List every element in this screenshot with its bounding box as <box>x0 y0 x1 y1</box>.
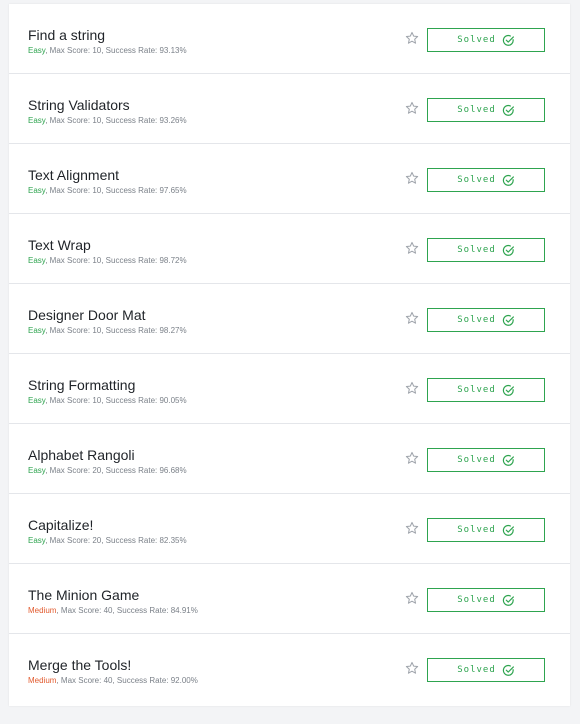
solved-label: Solved <box>457 455 496 465</box>
solved-button[interactable]: Solved <box>427 238 545 262</box>
challenge-meta: Easy, Max Score: 10, Success Rate: 93.26… <box>28 116 187 125</box>
challenge-meta: Easy, Max Score: 10, Success Rate: 97.65… <box>28 186 187 195</box>
score-rate-text: , Max Score: 20, Success Rate: 82.35% <box>45 536 187 545</box>
score-rate-text: , Max Score: 10, Success Rate: 93.26% <box>45 116 187 125</box>
challenge-title[interactable]: Merge the Tools! <box>28 657 131 673</box>
solved-button[interactable]: Solved <box>427 28 545 52</box>
check-circle-icon <box>502 384 514 396</box>
star-icon[interactable] <box>405 591 419 605</box>
check-circle-icon <box>502 524 514 536</box>
solved-button[interactable]: Solved <box>427 168 545 192</box>
score-rate-text: , Max Score: 10, Success Rate: 97.65% <box>45 186 187 195</box>
difficulty-label: Easy <box>28 256 46 265</box>
challenge-list: Find a string Easy, Max Score: 10, Succe… <box>9 4 570 706</box>
challenge-title[interactable]: Text Wrap <box>28 237 91 253</box>
difficulty-label: Easy <box>28 326 46 335</box>
solved-label: Solved <box>457 245 496 255</box>
star-icon[interactable] <box>405 311 419 325</box>
star-icon[interactable] <box>405 381 419 395</box>
solved-label: Solved <box>457 105 496 115</box>
challenge-row[interactable]: The Minion Game Medium, Max Score: 40, S… <box>9 564 570 634</box>
difficulty-label: Easy <box>28 46 46 55</box>
star-icon[interactable] <box>405 521 419 535</box>
challenge-row[interactable]: Alphabet Rangoli Easy, Max Score: 20, Su… <box>9 424 570 494</box>
solved-label: Solved <box>457 595 496 605</box>
check-circle-icon <box>502 244 514 256</box>
score-rate-text: , Max Score: 10, Success Rate: 93.13% <box>45 46 187 55</box>
challenge-row[interactable]: Designer Door Mat Easy, Max Score: 10, S… <box>9 284 570 354</box>
challenge-meta: Easy, Max Score: 10, Success Rate: 98.72… <box>28 256 187 265</box>
challenge-title[interactable]: Capitalize! <box>28 517 93 533</box>
difficulty-label: Medium <box>28 606 57 615</box>
solved-label: Solved <box>457 525 496 535</box>
challenge-title[interactable]: Alphabet Rangoli <box>28 447 135 463</box>
star-icon[interactable] <box>405 101 419 115</box>
challenge-meta: Medium, Max Score: 40, Success Rate: 92.… <box>28 676 198 685</box>
star-icon[interactable] <box>405 451 419 465</box>
solved-button[interactable]: Solved <box>427 378 545 402</box>
challenge-title[interactable]: Text Alignment <box>28 167 119 183</box>
solved-label: Solved <box>457 35 496 45</box>
challenge-meta: Easy, Max Score: 20, Success Rate: 82.35… <box>28 536 187 545</box>
challenge-row[interactable]: Find a string Easy, Max Score: 10, Succe… <box>9 4 570 74</box>
solved-button[interactable]: Solved <box>427 588 545 612</box>
score-rate-text: , Max Score: 40, Success Rate: 92.00% <box>56 676 198 685</box>
solved-label: Solved <box>457 665 496 675</box>
challenge-title[interactable]: Designer Door Mat <box>28 307 146 323</box>
check-circle-icon <box>502 664 514 676</box>
check-circle-icon <box>502 174 514 186</box>
star-icon[interactable] <box>405 31 419 45</box>
solved-label: Solved <box>457 315 496 325</box>
challenge-row[interactable]: Text Alignment Easy, Max Score: 10, Succ… <box>9 144 570 214</box>
score-rate-text: , Max Score: 20, Success Rate: 96.68% <box>45 466 187 475</box>
challenge-title[interactable]: String Validators <box>28 97 130 113</box>
solved-button[interactable]: Solved <box>427 98 545 122</box>
challenge-meta: Easy, Max Score: 10, Success Rate: 90.05… <box>28 396 187 405</box>
star-icon[interactable] <box>405 241 419 255</box>
check-circle-icon <box>502 34 514 46</box>
challenge-title[interactable]: Find a string <box>28 27 105 43</box>
check-circle-icon <box>502 104 514 116</box>
challenge-title[interactable]: String Formatting <box>28 377 135 393</box>
solved-label: Solved <box>457 385 496 395</box>
challenge-meta: Easy, Max Score: 10, Success Rate: 93.13… <box>28 46 187 55</box>
solved-label: Solved <box>457 175 496 185</box>
challenge-row[interactable]: String Validators Easy, Max Score: 10, S… <box>9 74 570 144</box>
check-circle-icon <box>502 594 514 606</box>
difficulty-label: Easy <box>28 116 46 125</box>
star-icon[interactable] <box>405 661 419 675</box>
check-circle-icon <box>502 314 514 326</box>
challenge-title[interactable]: The Minion Game <box>28 587 139 603</box>
difficulty-label: Easy <box>28 396 46 405</box>
solved-button[interactable]: Solved <box>427 448 545 472</box>
difficulty-label: Medium <box>28 676 57 685</box>
difficulty-label: Easy <box>28 186 46 195</box>
score-rate-text: , Max Score: 10, Success Rate: 98.27% <box>45 326 187 335</box>
challenge-row[interactable]: Capitalize! Easy, Max Score: 20, Success… <box>9 494 570 564</box>
check-circle-icon <box>502 454 514 466</box>
solved-button[interactable]: Solved <box>427 658 545 682</box>
star-icon[interactable] <box>405 171 419 185</box>
score-rate-text: , Max Score: 10, Success Rate: 90.05% <box>45 396 187 405</box>
score-rate-text: , Max Score: 10, Success Rate: 98.72% <box>45 256 187 265</box>
solved-button[interactable]: Solved <box>427 308 545 332</box>
challenge-row[interactable]: String Formatting Easy, Max Score: 10, S… <box>9 354 570 424</box>
challenge-meta: Easy, Max Score: 20, Success Rate: 96.68… <box>28 466 187 475</box>
difficulty-label: Easy <box>28 466 46 475</box>
challenge-row[interactable]: Text Wrap Easy, Max Score: 10, Success R… <box>9 214 570 284</box>
challenge-meta: Easy, Max Score: 10, Success Rate: 98.27… <box>28 326 187 335</box>
challenge-meta: Medium, Max Score: 40, Success Rate: 84.… <box>28 606 198 615</box>
score-rate-text: , Max Score: 40, Success Rate: 84.91% <box>56 606 198 615</box>
challenge-row[interactable]: Merge the Tools! Medium, Max Score: 40, … <box>9 634 570 706</box>
solved-button[interactable]: Solved <box>427 518 545 542</box>
difficulty-label: Easy <box>28 536 46 545</box>
